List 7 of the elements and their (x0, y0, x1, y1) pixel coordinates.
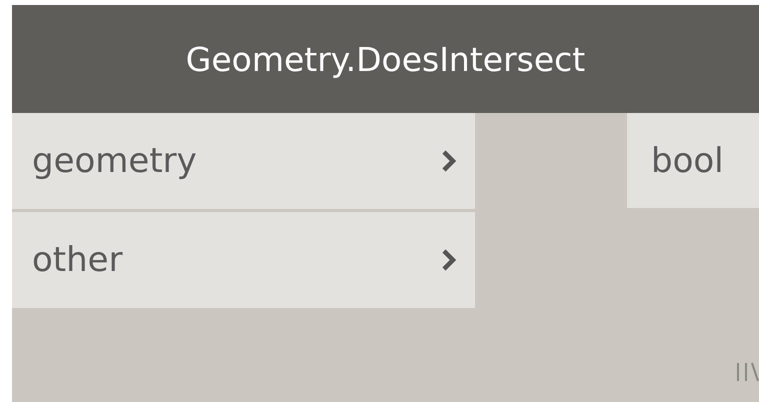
chevron-icon (441, 248, 457, 272)
chevron-icon (441, 149, 457, 173)
node-title: Geometry.DoesIntersect (186, 40, 586, 78)
output-port[interactable]: bool (627, 113, 759, 208)
lacing-icon (735, 362, 759, 382)
input-port[interactable]: geometry (12, 113, 475, 209)
input-port[interactable]: other (12, 212, 475, 308)
